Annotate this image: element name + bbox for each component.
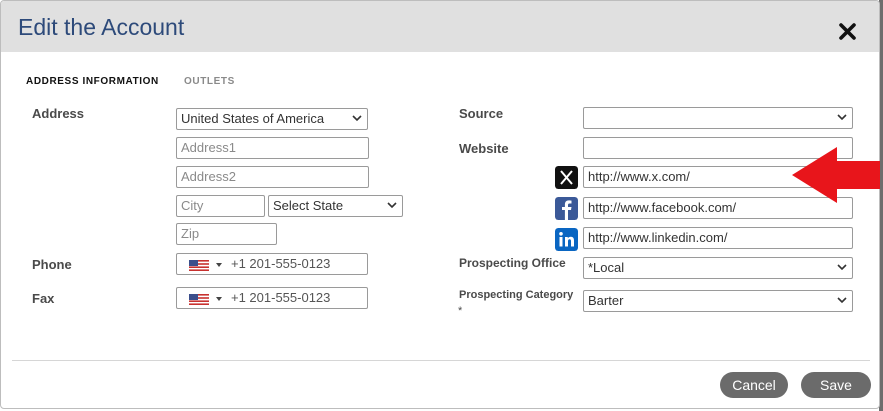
prospecting-office-value: *Local bbox=[588, 260, 625, 275]
country-select-value: United States of America bbox=[181, 111, 325, 126]
caret-down-icon bbox=[216, 297, 222, 301]
fax-placeholder: +1 201-555-0123 bbox=[231, 290, 331, 305]
edit-account-dialog: Edit the Account ADDRESS INFORMATION OUT… bbox=[0, 0, 880, 409]
close-icon[interactable] bbox=[838, 22, 857, 41]
fax-field[interactable]: +1 201-555-0123 bbox=[176, 287, 368, 309]
required-mark: * bbox=[458, 305, 463, 317]
country-select[interactable]: United States of America bbox=[176, 108, 368, 130]
address-label: Address bbox=[32, 106, 85, 121]
tab-address-information[interactable]: ADDRESS INFORMATION bbox=[26, 76, 159, 87]
source-select[interactable] bbox=[583, 107, 853, 129]
footer-divider bbox=[12, 360, 870, 361]
x-icon bbox=[555, 166, 578, 189]
chevron-down-icon bbox=[837, 114, 847, 121]
phone-field[interactable]: +1 201-555-0123 bbox=[176, 253, 368, 275]
save-button[interactable]: Save bbox=[801, 372, 871, 398]
caret-down-icon bbox=[216, 263, 222, 267]
chevron-down-icon bbox=[387, 202, 397, 209]
prospecting-category-select[interactable]: Barter bbox=[583, 290, 853, 312]
address2-field[interactable]: Address2 bbox=[176, 166, 369, 188]
address1-field[interactable]: Address1 bbox=[176, 137, 369, 159]
linkedin-url-field[interactable]: http://www.linkedin.com/ bbox=[583, 227, 853, 249]
prospecting-category-label: Prospecting Category bbox=[459, 289, 574, 301]
chevron-down-icon bbox=[837, 264, 847, 271]
website-label: Website bbox=[459, 141, 509, 156]
chevron-down-icon bbox=[352, 115, 362, 122]
zip-field[interactable]: Zip bbox=[176, 223, 277, 245]
phone-placeholder: +1 201-555-0123 bbox=[231, 256, 331, 271]
city-field[interactable]: City bbox=[176, 195, 265, 217]
us-flag-icon[interactable] bbox=[189, 294, 209, 305]
chevron-down-icon bbox=[837, 297, 847, 304]
prospecting-office-label: Prospecting Office bbox=[459, 256, 566, 270]
tab-outlets[interactable]: OUTLETS bbox=[184, 76, 235, 87]
facebook-icon bbox=[555, 197, 578, 220]
cancel-button[interactable]: Cancel bbox=[720, 372, 788, 398]
fax-label: Fax bbox=[32, 291, 55, 306]
dialog-title: Edit the Account bbox=[18, 14, 185, 40]
state-select-value: Select State bbox=[273, 198, 344, 213]
us-flag-icon[interactable] bbox=[189, 260, 209, 271]
linkedin-icon bbox=[555, 228, 578, 251]
dialog-header: Edit the Account bbox=[1, 1, 879, 52]
phone-label: Phone bbox=[32, 257, 72, 272]
state-select[interactable]: Select State bbox=[268, 195, 403, 217]
red-arrow-annotation-icon bbox=[792, 147, 880, 203]
prospecting-category-value: Barter bbox=[588, 293, 624, 308]
source-label: Source bbox=[459, 106, 504, 121]
prospecting-office-select[interactable]: *Local bbox=[583, 257, 853, 279]
